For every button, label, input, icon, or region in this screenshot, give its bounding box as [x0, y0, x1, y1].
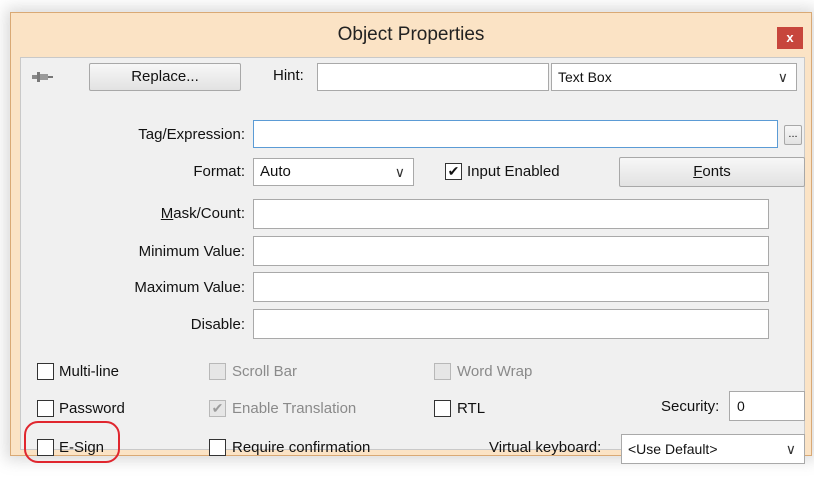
multiline-checkbox[interactable] [37, 363, 54, 380]
require-confirmation-checkbox[interactable] [209, 439, 226, 456]
esign-highlight-annotation [24, 421, 120, 463]
tag-expression-label: Tag/Expression: [138, 126, 245, 143]
hint-label: Hint: [273, 67, 304, 84]
dialog-window: Object Properties x Replace... Hint: Tex… [10, 12, 812, 464]
minimum-value-label: Minimum Value: [138, 243, 245, 260]
virtual-keyboard-select[interactable]: <Use Default> ∨ [621, 434, 805, 464]
security-label: Security: [661, 398, 720, 415]
check-icon: ✔ [447, 163, 460, 179]
rtl-label: RTL [457, 400, 486, 417]
pushpin-icon [32, 72, 53, 82]
close-button[interactable]: x [777, 27, 803, 49]
mask-count-input[interactable] [253, 199, 769, 229]
minimum-value-input[interactable] [253, 236, 769, 266]
word-wrap-checkbox[interactable] [434, 363, 451, 380]
disable-input[interactable] [253, 309, 769, 339]
security-input[interactable]: 0 [729, 391, 805, 421]
chevron-down-icon: ∨ [777, 69, 788, 85]
replace-button[interactable]: Replace... [89, 63, 241, 91]
chevron-down-icon: ∨ [394, 164, 405, 180]
virtual-keyboard-label: Virtual keyboard: [489, 439, 602, 456]
format-value: Auto [260, 163, 291, 180]
virtual-keyboard-value: <Use Default> [628, 441, 718, 457]
input-enabled-label: Input Enabled [467, 163, 560, 180]
password-checkbox[interactable] [37, 400, 54, 417]
rtl-checkbox[interactable] [434, 400, 451, 417]
mask-count-label: Mask/Count: [160, 205, 245, 222]
enable-translation-label: Enable Translation [232, 400, 357, 417]
check-icon: ✔ [211, 400, 224, 416]
word-wrap-label: Word Wrap [457, 363, 533, 380]
format-label: Format: [193, 163, 245, 180]
input-enabled-checkbox[interactable]: ✔ [445, 163, 462, 180]
tag-expression-input[interactable] [253, 120, 778, 148]
ellipsis-icon: ... [788, 128, 798, 140]
close-icon: x [786, 30, 794, 45]
password-label: Password [59, 400, 125, 417]
disable-label: Disable: [190, 316, 245, 333]
pushpin-button[interactable] [29, 66, 55, 88]
scroll-bar-label: Scroll Bar [232, 363, 298, 380]
object-type-value: Text Box [558, 69, 612, 85]
enable-translation-checkbox[interactable]: ✔ [209, 400, 226, 417]
properties-panel: Replace... Hint: Text Box ∨ Tag/Expressi… [20, 57, 805, 464]
format-select[interactable]: Auto ∨ [253, 158, 414, 186]
scroll-bar-checkbox[interactable] [209, 363, 226, 380]
chevron-down-icon: ∨ [785, 441, 796, 457]
maximum-value-input[interactable] [253, 272, 769, 302]
dialog-title: Object Properties [337, 24, 485, 45]
maximum-value-label: Maximum Value: [134, 279, 245, 296]
browse-button[interactable]: ... [784, 125, 802, 145]
object-type-select[interactable]: Text Box ∨ [551, 63, 797, 91]
require-confirmation-label: Require confirmation [232, 439, 371, 456]
multiline-label: Multi-line [59, 363, 120, 380]
fonts-button[interactable]: Fonts [619, 157, 805, 187]
hint-input[interactable] [317, 63, 549, 91]
